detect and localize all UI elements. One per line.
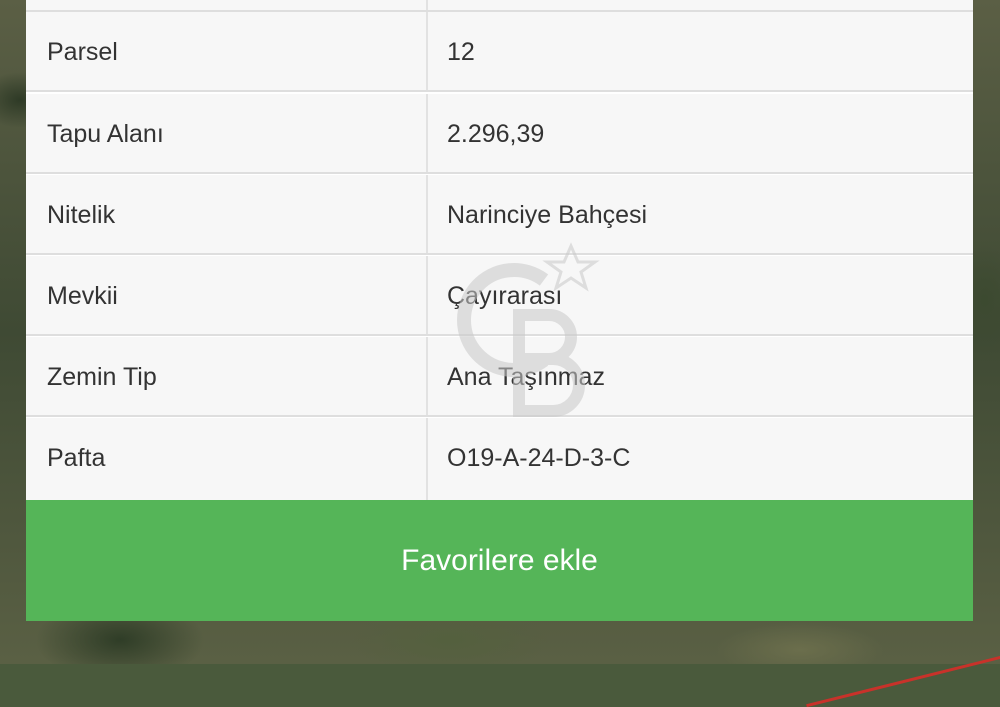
row-label: Parsel bbox=[47, 38, 118, 66]
table-row-tapu-alani: Tapu Alanı 2.296,39 bbox=[26, 94, 973, 174]
row-label: Nitelik bbox=[47, 201, 116, 229]
property-details-panel: Parsel 12 Tapu Alanı 2.296,39 Nitelik Na… bbox=[26, 0, 973, 621]
row-value: Narinciye Bahçesi bbox=[447, 201, 648, 229]
column-divider bbox=[426, 94, 428, 172]
column-divider bbox=[426, 337, 428, 415]
table-row-zemin-tip: Zemin Tip Ana Taşınmaz bbox=[26, 337, 973, 417]
row-label: Pafta bbox=[47, 444, 106, 472]
row-value: O19-A-24-D-3-C bbox=[447, 444, 631, 472]
row-value: Ana Taşınmaz bbox=[447, 363, 605, 391]
column-divider bbox=[426, 12, 428, 90]
row-value: 2.296,39 bbox=[447, 120, 545, 148]
row-value: Çayırarası bbox=[447, 282, 563, 310]
row-label: Zemin Tip bbox=[47, 363, 157, 391]
column-divider bbox=[426, 256, 428, 334]
table-row-parsel: Parsel 12 bbox=[26, 12, 973, 92]
column-divider bbox=[426, 418, 428, 500]
table-row-pafta: Pafta O19-A-24-D-3-C bbox=[26, 418, 973, 500]
add-to-favorites-button[interactable]: Favorilere ekle bbox=[26, 500, 973, 621]
row-value: 12 bbox=[447, 38, 475, 66]
table-row-nitelik: Nitelik Narinciye Bahçesi bbox=[26, 175, 973, 255]
row-label: Tapu Alanı bbox=[47, 120, 164, 148]
row-label: Mevkii bbox=[47, 282, 118, 310]
column-divider bbox=[426, 175, 428, 253]
table-row bbox=[26, 0, 973, 12]
table-row-mevkii: Mevkii Çayırarası bbox=[26, 256, 973, 336]
column-divider bbox=[426, 0, 428, 10]
